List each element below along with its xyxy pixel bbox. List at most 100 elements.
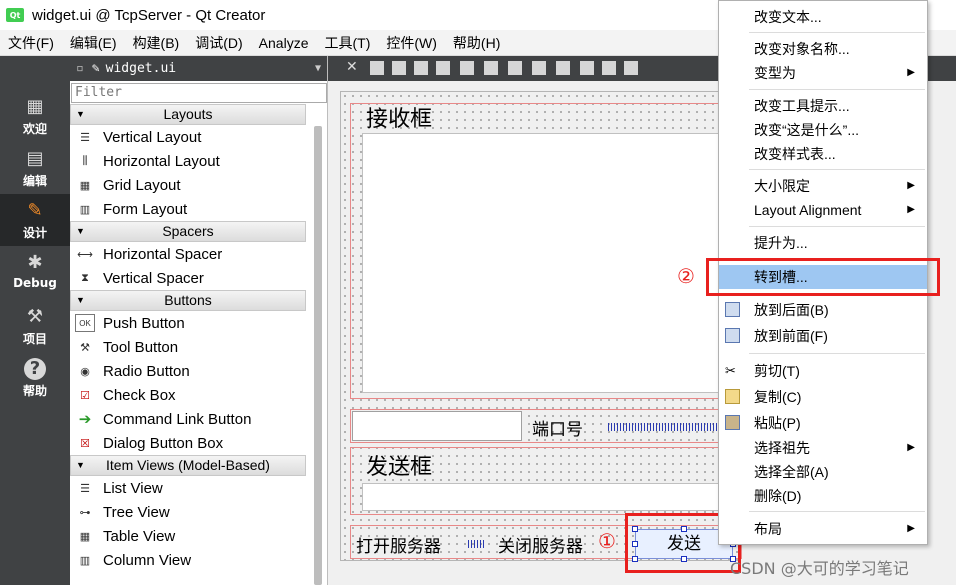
- menu-select-all[interactable]: 选择全部(A): [719, 460, 927, 484]
- menu-tools[interactable]: 工具(T): [316, 33, 378, 53]
- widget-push-button[interactable]: OK Push Button: [70, 311, 306, 335]
- mode-edit-label: 编辑: [22, 174, 47, 188]
- mode-debug[interactable]: ✱ Debug: [0, 246, 70, 298]
- bring-to-front-icon: [725, 328, 740, 343]
- menu-delete[interactable]: 删除(D): [719, 484, 927, 508]
- menu-edit[interactable]: 编辑(E): [62, 33, 125, 53]
- widget-form-layout[interactable]: ▥ Form Layout: [70, 197, 306, 221]
- pin-icon[interactable]: ▫: [76, 61, 84, 76]
- menu-change-stylesheet[interactable]: 改变样式表...: [719, 142, 927, 166]
- widget-box-scrollbar[interactable]: [314, 126, 322, 585]
- mode-debug-label: Debug: [13, 276, 57, 290]
- menu-change-object-name[interactable]: 改变对象名称...: [719, 37, 927, 61]
- send-text-edit[interactable]: [362, 483, 742, 511]
- widget-label: Radio Button: [103, 362, 190, 380]
- menu-debug[interactable]: 调试(D): [187, 33, 250, 53]
- adjust-size-icon[interactable]: [624, 61, 638, 75]
- break-layout-icon[interactable]: [602, 61, 616, 75]
- push-button-icon: OK: [75, 314, 95, 332]
- edit-tab-order-icon[interactable]: [436, 61, 450, 75]
- menu-morph-into[interactable]: 变型为 ▶: [719, 61, 927, 85]
- menu-change-tooltip[interactable]: 改变工具提示...: [719, 94, 927, 118]
- wrench-icon: ⚒: [26, 306, 44, 327]
- menu-copy-label: 复制(C): [754, 389, 802, 405]
- layout-splitter-h-icon[interactable]: [508, 61, 522, 75]
- menu-separator: [749, 353, 925, 354]
- widget-command-link-button[interactable]: ➔ Command Link Button: [70, 407, 306, 431]
- tool-button-icon: ⚒: [80, 341, 90, 354]
- menu-bring-to-front-label: 放到前面(F): [754, 328, 828, 344]
- mode-help[interactable]: ? 帮助: [0, 352, 70, 404]
- menu-size-constraints[interactable]: 大小限定 ▶: [719, 174, 927, 198]
- pencil-icon: ✎: [27, 200, 43, 221]
- menu-help[interactable]: 帮助(H): [445, 33, 508, 53]
- widget-horizontal-layout[interactable]: ⫼ Horizontal Layout: [70, 149, 306, 173]
- menu-send-to-back-label: 放到后面(B): [754, 302, 829, 318]
- port-label: 端口号: [532, 420, 583, 440]
- menu-select-ancestor[interactable]: 选择祖先 ▶: [719, 436, 927, 460]
- widget-grid-layout[interactable]: ▦ Grid Layout: [70, 173, 306, 197]
- open-server-button[interactable]: 打开服务器: [356, 532, 441, 557]
- layout-vertical-icon[interactable]: [484, 61, 498, 75]
- widget-label: Tree View: [103, 503, 170, 521]
- menu-paste[interactable]: 粘贴(P): [719, 411, 927, 435]
- category-buttons[interactable]: ▼ Buttons: [70, 290, 306, 311]
- category-item-views[interactable]: ▼ Item Views (Model-Based): [70, 455, 306, 476]
- menu-analyze[interactable]: Analyze: [251, 35, 317, 51]
- edit-widgets-icon[interactable]: [370, 61, 384, 75]
- port-spacer: [608, 423, 718, 431]
- widget-column-view[interactable]: ▥ Column View: [70, 548, 306, 572]
- mode-projects[interactable]: ⚒ 项目: [0, 300, 70, 352]
- grid-layout-icon: ▦: [79, 179, 91, 192]
- menu-file[interactable]: 文件(F): [0, 33, 62, 53]
- menu-build[interactable]: 构建(B): [125, 33, 188, 53]
- submenu-arrow-icon: ▶: [907, 523, 915, 534]
- widget-radio-button[interactable]: ◉ Radio Button: [70, 359, 306, 383]
- layout-horizontal-icon[interactable]: [460, 61, 474, 75]
- widget-label: Table View: [103, 527, 176, 545]
- open-file-name[interactable]: widget.ui: [106, 61, 176, 76]
- submenu-arrow-icon: ▶: [907, 67, 915, 78]
- dropdown-arrow-icon[interactable]: ▼: [315, 63, 321, 74]
- widget-tool-button[interactable]: ⚒ Tool Button: [70, 335, 306, 359]
- category-spacers-label: Spacers: [162, 223, 214, 239]
- menu-change-text[interactable]: 改变文本...: [719, 5, 927, 29]
- category-spacers[interactable]: ▼ Spacers: [70, 221, 306, 242]
- menu-widgets[interactable]: 控件(W): [378, 33, 445, 53]
- recv-text-edit[interactable]: [362, 133, 742, 393]
- tree-view-icon: ⊶: [79, 506, 91, 519]
- edit-buddies-icon[interactable]: [414, 61, 428, 75]
- filter-input[interactable]: Filter: [71, 83, 327, 103]
- category-layouts[interactable]: ▼ Layouts: [70, 104, 306, 125]
- widget-horizontal-spacer[interactable]: ⟷ Horizontal Spacer: [70, 242, 306, 266]
- menu-copy[interactable]: 复制(C): [719, 385, 927, 409]
- widget-table-view[interactable]: ▦ Table View: [70, 524, 306, 548]
- menu-layout[interactable]: 布局 ▶: [719, 517, 927, 541]
- menu-separator: [749, 32, 925, 33]
- menu-layout-alignment[interactable]: Layout Alignment ▶: [719, 198, 927, 222]
- close-icon[interactable]: ✕: [346, 59, 358, 75]
- close-server-button[interactable]: 关闭服务器: [498, 532, 583, 557]
- widget-check-box[interactable]: ☑ Check Box: [70, 383, 306, 407]
- mode-edit[interactable]: ▤ 编辑: [0, 142, 70, 194]
- ip-line-edit[interactable]: [352, 411, 522, 441]
- menu-promote-to[interactable]: 提升为...: [719, 231, 927, 255]
- widget-vertical-spacer[interactable]: ⧗ Vertical Spacer: [70, 266, 306, 290]
- menu-change-whatsthis[interactable]: 改变“这是什么”...: [719, 118, 927, 142]
- document-icon: ▤: [26, 148, 44, 169]
- menu-cut[interactable]: ✂ 剪切(T): [719, 359, 927, 383]
- widget-label: Form Layout: [103, 200, 188, 218]
- edit-signals-icon[interactable]: [392, 61, 406, 75]
- layout-form-icon[interactable]: [556, 61, 570, 75]
- mode-welcome[interactable]: ▦ 欢迎: [0, 90, 70, 142]
- widget-list-view[interactable]: ☰ List View: [70, 476, 306, 500]
- widget-vertical-layout[interactable]: ☰ Vertical Layout: [70, 125, 306, 149]
- mode-design[interactable]: ✎ 设计: [0, 194, 70, 246]
- layout-splitter-v-icon[interactable]: [532, 61, 546, 75]
- menu-send-to-back[interactable]: 放到后面(B): [719, 298, 927, 322]
- menu-bring-to-front[interactable]: 放到前面(F): [719, 324, 927, 348]
- widget-dialog-button-box[interactable]: ☒ Dialog Button Box: [70, 431, 306, 455]
- widget-label: Column View: [103, 551, 192, 569]
- widget-tree-view[interactable]: ⊶ Tree View: [70, 500, 306, 524]
- layout-grid-icon[interactable]: [580, 61, 594, 75]
